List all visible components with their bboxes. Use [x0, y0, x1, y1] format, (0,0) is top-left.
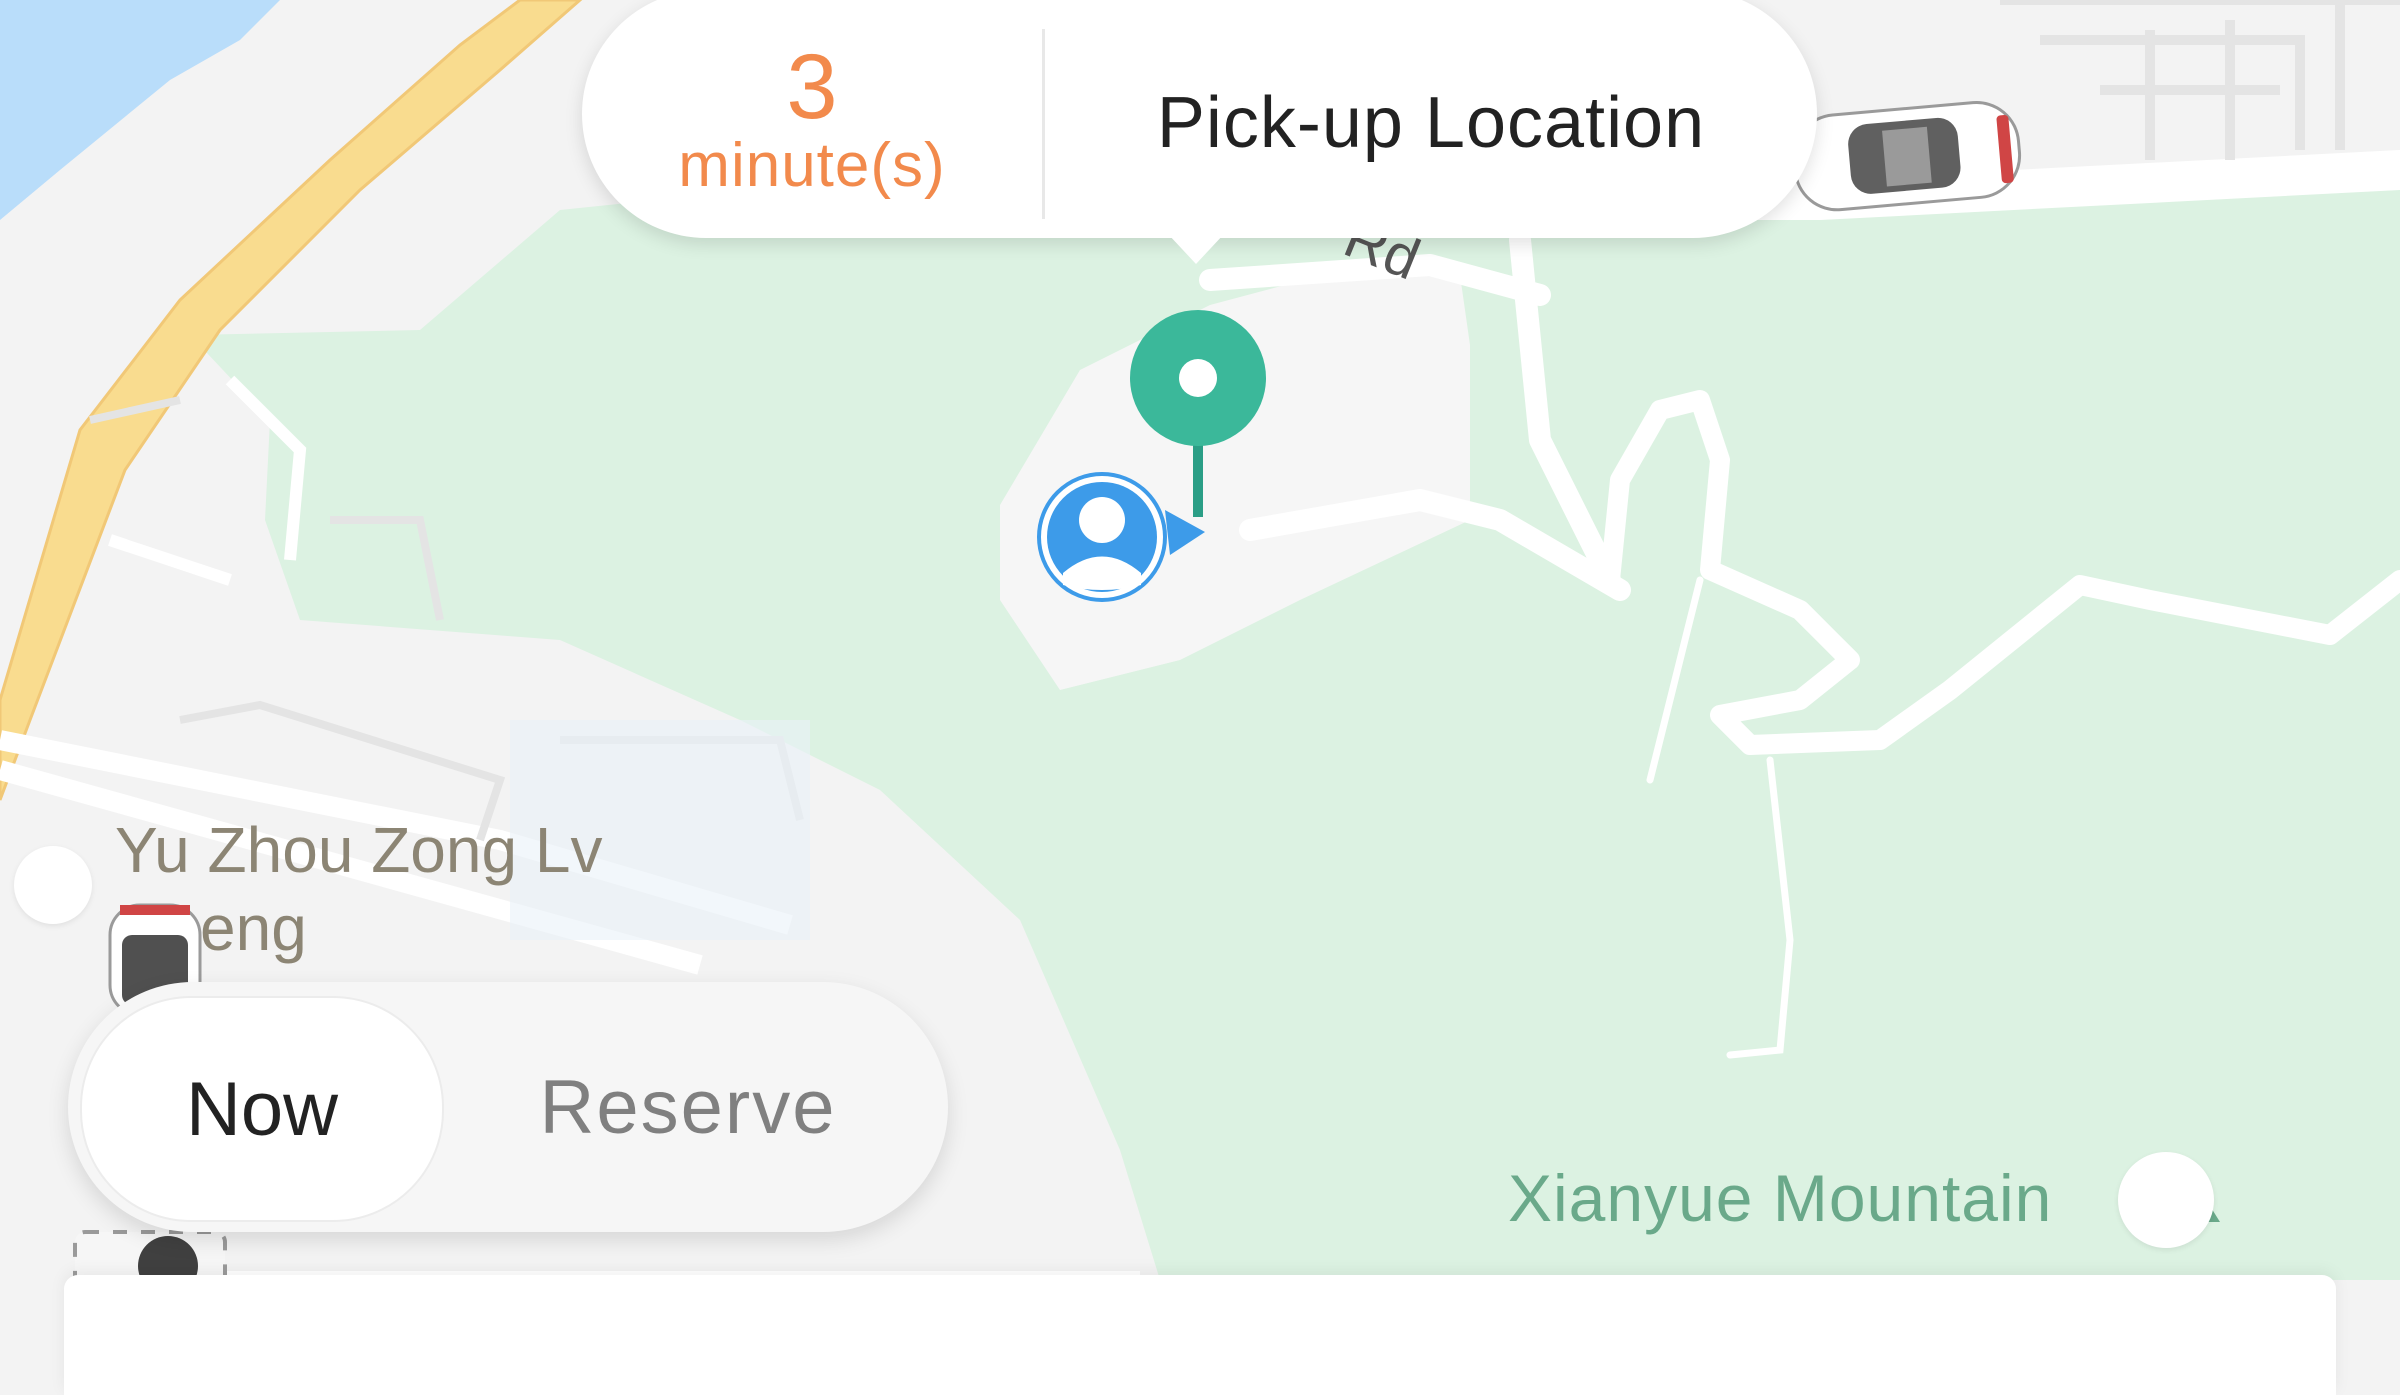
bubble-pointer — [1168, 234, 1224, 264]
mountain-label: Xianyue Mountain — [1508, 1161, 2053, 1235]
eta-display: 3 minute(s) — [582, 0, 1042, 238]
pickup-bubble[interactable]: 3 minute(s) Pick-up Location — [582, 0, 1817, 264]
eta-unit: minute(s) — [678, 131, 946, 200]
poi-mountain-marker — [2118, 1152, 2214, 1248]
pickup-location-label[interactable]: Pick-up Location — [1045, 82, 1817, 164]
poi-home-marker — [14, 846, 92, 924]
bottom-sheet[interactable] — [64, 1275, 2336, 1395]
car-icon — [1792, 101, 2022, 212]
eta-value: 3 — [786, 36, 838, 138]
ride-time-toggle: Now Reserve — [68, 982, 948, 1232]
reserve-button[interactable]: Reserve — [508, 996, 868, 1218]
poi-label: Yu Zhou Zong Lv — [115, 814, 603, 886]
now-button[interactable]: Now — [80, 996, 444, 1222]
poi-label-continued: eng — [200, 892, 307, 964]
